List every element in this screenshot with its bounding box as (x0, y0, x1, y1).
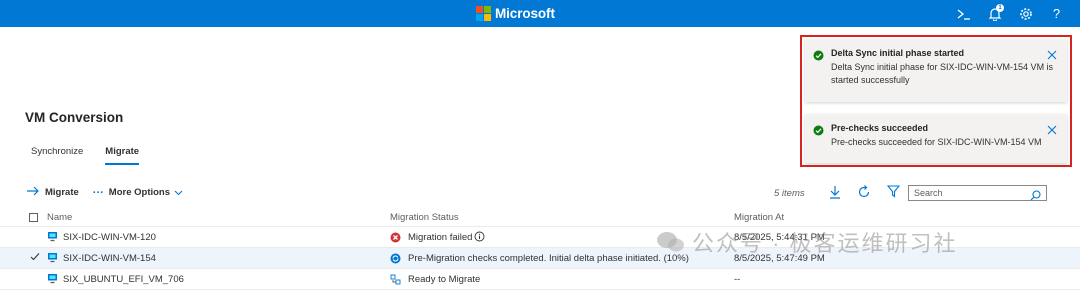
close-icon[interactable] (1047, 47, 1057, 65)
error-icon (390, 232, 401, 246)
brand-name: Microsoft (495, 6, 555, 21)
migration-at: -- (734, 274, 741, 285)
notifications-highlight: Delta Sync initial phase started Delta S… (800, 35, 1072, 167)
notifications-icon[interactable]: 1 (979, 0, 1010, 27)
vm-name[interactable]: SIX-IDC-WIN-VM-154 (63, 253, 156, 264)
top-bar: Microsoft 1 ? (0, 0, 1080, 27)
row-selected-check-icon[interactable] (30, 252, 40, 264)
items-count: 5 items (774, 188, 805, 199)
more-options-label: More Options (108, 187, 171, 198)
filter-icon[interactable] (886, 185, 901, 203)
success-check-icon (813, 48, 824, 66)
more-options-button[interactable]: ··· More Options (93, 187, 183, 199)
migration-status: Ready to Migrate (408, 274, 481, 285)
notification-body: Delta Sync initial phase for SIX-IDC-WIN… (831, 62, 1054, 85)
column-header-migration-at[interactable]: Migration At (734, 212, 784, 223)
close-icon[interactable] (1047, 122, 1057, 140)
ready-icon (390, 274, 401, 288)
notification-title: Delta Sync initial phase started (831, 48, 965, 58)
tab-migrate[interactable]: Migrate (105, 146, 139, 165)
watermark: 公众号 · 极客运维研习社 (656, 226, 958, 258)
cloud-shell-icon[interactable] (948, 0, 979, 27)
vm-name[interactable]: SIX_UBUNTU_EFI_VM_706 (63, 274, 184, 285)
virtual-machine-icon (47, 273, 58, 287)
notification-count-badge: 1 (996, 4, 1004, 12)
help-icon[interactable]: ? (1041, 0, 1072, 27)
watermark-text: 公众号 · 极客运维研习社 (692, 231, 958, 256)
notification-toast[interactable]: Delta Sync initial phase started Delta S… (805, 39, 1067, 102)
microsoft-logo-icon (476, 6, 491, 21)
migrate-button-label: Migrate (45, 187, 79, 198)
notification-body: Pre-checks succeeded for SIX-IDC-WIN-VM-… (831, 137, 1042, 147)
command-bar: Migrate ··· More Options (27, 186, 197, 199)
info-icon[interactable] (474, 231, 485, 245)
notification-title: Pre-checks succeeded (831, 123, 929, 133)
migration-status: Pre-Migration checks completed. Initial … (408, 253, 689, 264)
migrate-button[interactable]: Migrate (27, 186, 79, 199)
refresh-icon[interactable] (857, 185, 871, 204)
select-all-checkbox[interactable] (29, 213, 38, 222)
download-icon[interactable] (829, 185, 841, 204)
arrow-right-icon (27, 186, 40, 199)
vm-name[interactable]: SIX-IDC-WIN-VM-120 (63, 232, 156, 243)
virtual-machine-icon (47, 252, 58, 266)
settings-icon[interactable] (1010, 0, 1041, 27)
table-row[interactable]: SIX_UBUNTU_EFI_VM_706 Ready to Migrate -… (0, 269, 1080, 290)
sync-icon (390, 253, 401, 267)
tab-bar: Synchronize Migrate (31, 146, 161, 165)
page-title: VM Conversion (25, 110, 124, 125)
column-header-name[interactable]: Name (47, 212, 72, 223)
search-icon[interactable] (1030, 188, 1041, 206)
success-check-icon (813, 123, 824, 141)
search-input[interactable] (909, 188, 1029, 198)
ellipsis-icon: ··· (92, 186, 104, 199)
migration-status: Migration failed (408, 232, 473, 243)
tab-synchronize[interactable]: Synchronize (31, 146, 83, 163)
notification-toast[interactable]: Pre-checks succeeded Pre-checks succeede… (805, 114, 1067, 163)
search-box[interactable] (908, 185, 1047, 201)
chevron-down-icon (174, 188, 183, 198)
column-header-migration-status[interactable]: Migration Status (390, 212, 459, 223)
virtual-machine-icon (47, 231, 58, 245)
table-header: Name Migration Status Migration At (0, 210, 1080, 227)
wechat-icon (657, 232, 684, 252)
brand[interactable]: Microsoft (476, 6, 555, 21)
